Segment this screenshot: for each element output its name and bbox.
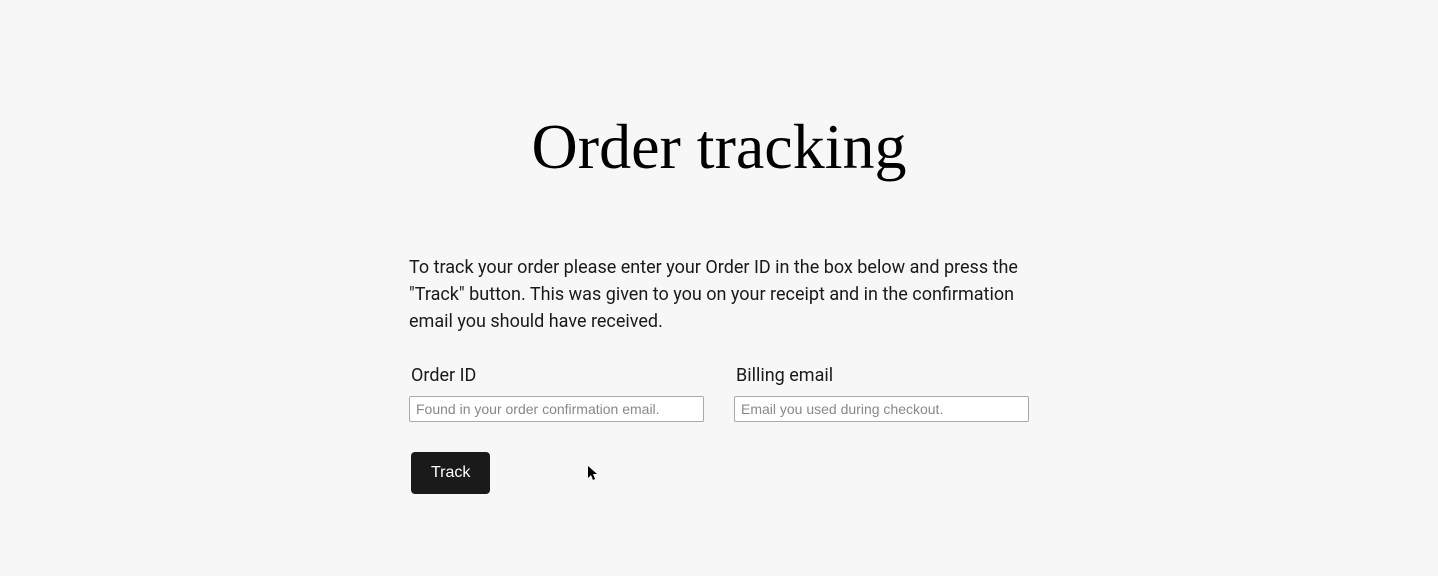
order-id-label: Order ID [409,365,704,386]
billing-email-field: Billing email [734,365,1029,422]
content-container: To track your order please enter your Or… [409,254,1029,494]
page-title: Order tracking [532,110,907,184]
order-id-input[interactable] [409,396,704,422]
description-text: To track your order please enter your Or… [409,254,1029,335]
billing-email-input[interactable] [734,396,1029,422]
billing-email-label: Billing email [734,365,1029,386]
order-id-field: Order ID [409,365,704,422]
track-button[interactable]: Track [411,452,490,494]
form-row: Order ID Billing email [409,365,1029,422]
